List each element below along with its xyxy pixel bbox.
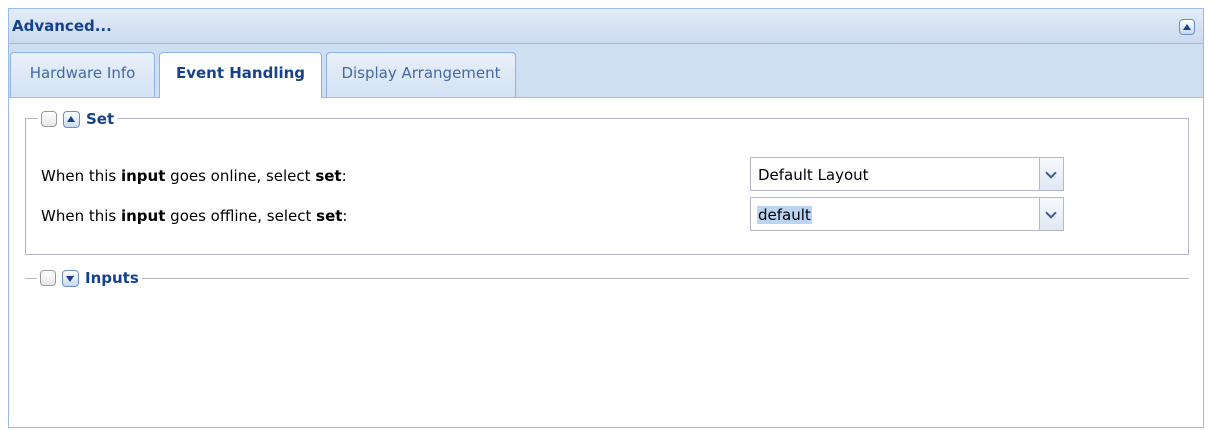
- offline-set-trigger[interactable]: [1039, 198, 1063, 230]
- offline-set-value: default: [757, 206, 812, 224]
- inputs-expand-button[interactable]: [62, 269, 79, 287]
- set-fieldset: Set When this input goes online, select …: [25, 107, 1189, 255]
- inputs-legend: Inputs: [37, 266, 142, 290]
- set-checkbox[interactable]: [41, 111, 57, 127]
- online-set-trigger[interactable]: [1039, 158, 1063, 190]
- offline-set-select[interactable]: default: [750, 197, 1064, 231]
- tab-hardware-info[interactable]: Hardware Info: [10, 52, 155, 97]
- tab-bar: Hardware Info Event Handling Display Arr…: [9, 44, 1203, 98]
- set-collapse-button[interactable]: [63, 110, 80, 128]
- tab-event-handling[interactable]: Event Handling: [159, 52, 322, 98]
- inputs-legend-label: Inputs: [85, 269, 139, 287]
- set-legend: Set: [38, 107, 118, 131]
- set-legend-label: Set: [86, 110, 115, 128]
- chevron-down-icon: [1045, 167, 1057, 179]
- chevron-up-icon: [1183, 24, 1191, 30]
- online-set-select[interactable]: Default Layout: [750, 157, 1064, 191]
- chevron-down-icon: [1045, 207, 1057, 219]
- panel-collapse-button[interactable]: [1179, 19, 1195, 35]
- online-set-label: When this input goes online, select set:: [41, 167, 347, 185]
- tab-display-arrangement[interactable]: Display Arrangement: [326, 52, 516, 97]
- online-set-value: Default Layout: [758, 166, 869, 184]
- offline-set-label: When this input goes offline, select set…: [41, 207, 348, 225]
- chevron-down-icon: [66, 275, 74, 282]
- inputs-fieldset-collapsed: [25, 278, 1189, 279]
- inputs-checkbox[interactable]: [40, 270, 56, 286]
- chevron-up-icon: [67, 115, 75, 122]
- advanced-panel: Advanced... Hardware Info Event Handling…: [8, 8, 1204, 428]
- panel-header: Advanced...: [9, 8, 1203, 44]
- panel-title: Advanced...: [12, 17, 112, 35]
